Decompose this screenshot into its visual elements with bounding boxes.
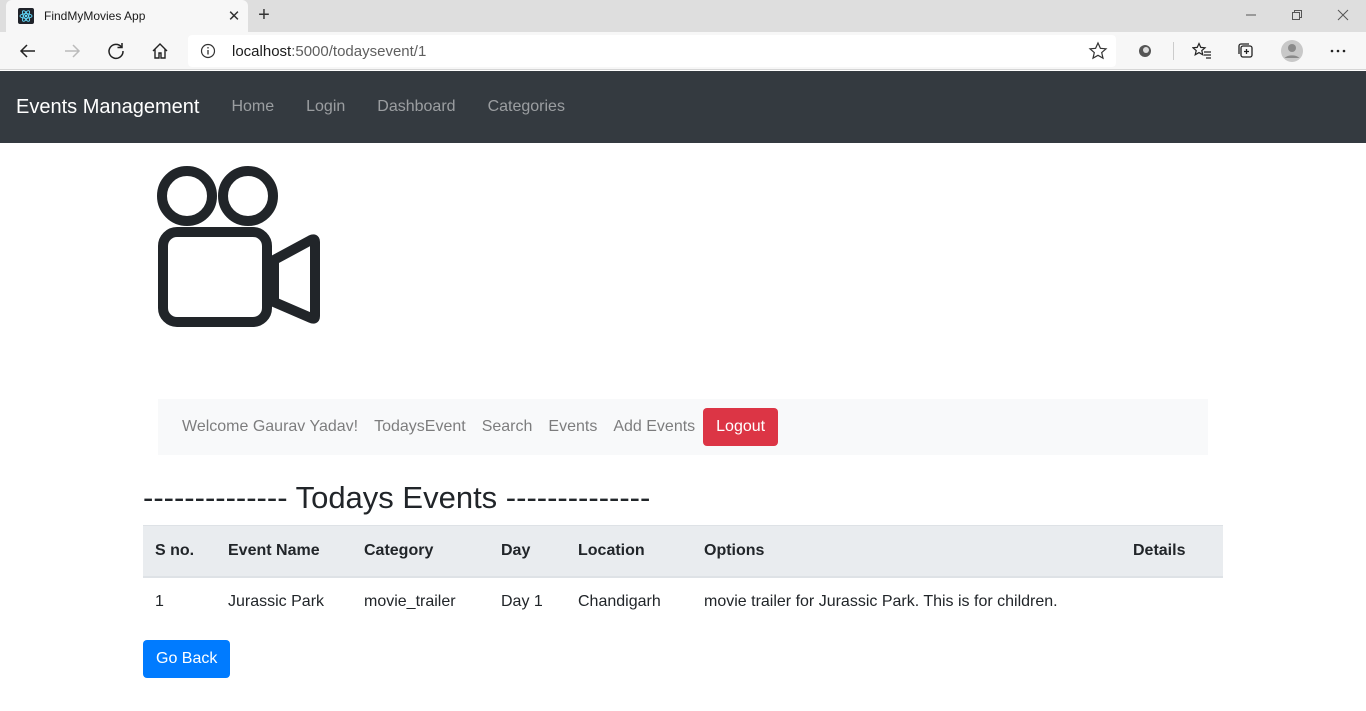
extension-icon[interactable]	[1129, 35, 1161, 67]
cell-details	[1121, 577, 1223, 627]
user-subnav: Welcome Gaurav Yadav! TodaysEvent Search…	[158, 399, 1208, 455]
cell-category: movie_trailer	[364, 593, 456, 610]
app-navbar: Events Management Home Login Dashboard C…	[0, 71, 1366, 143]
minimize-icon[interactable]	[1228, 0, 1274, 30]
column-header-options: Options	[692, 525, 1121, 578]
more-options-icon[interactable]	[1322, 35, 1354, 67]
url-host: localhost	[232, 42, 292, 60]
react-icon	[18, 8, 34, 24]
window-close-icon[interactable]	[1320, 0, 1366, 30]
column-header-sno: S no.	[143, 525, 216, 578]
cell-options: movie trailer for Jurassic Park. This is…	[704, 593, 1058, 610]
star-icon[interactable]	[1088, 41, 1108, 61]
browser-toolbar: localhost:5000/todaysevent/1	[0, 32, 1366, 70]
navbar-brand[interactable]: Events Management	[16, 96, 199, 119]
close-icon[interactable]: ✕	[220, 2, 248, 30]
toolbar-divider	[1173, 42, 1174, 60]
nav-link-login[interactable]: Login	[306, 98, 345, 116]
column-header-day: Day	[489, 525, 566, 578]
nav-link-dashboard[interactable]: Dashboard	[377, 98, 455, 116]
column-header-location: Location	[566, 525, 692, 578]
info-icon[interactable]	[200, 43, 216, 59]
address-bar[interactable]: localhost:5000/todaysevent/1	[188, 35, 1116, 67]
url-path: :5000/todaysevent/1	[291, 42, 427, 60]
restore-icon[interactable]	[1274, 0, 1320, 30]
collections-icon[interactable]	[1230, 35, 1262, 67]
refresh-icon[interactable]	[100, 35, 132, 67]
subnav-link-events[interactable]: Events	[548, 418, 597, 436]
go-back-button[interactable]: Go Back	[143, 640, 231, 678]
column-header-category: Category	[352, 525, 489, 578]
profile-avatar-icon[interactable]	[1276, 35, 1308, 67]
cell-sno: 1	[155, 593, 164, 610]
subnav-link-todaysevent[interactable]: TodaysEvent	[374, 418, 466, 436]
column-header-details: Details	[1121, 525, 1223, 578]
table-row: 1 Jurassic Park movie_trailer Day 1 Chan…	[143, 577, 1223, 627]
nav-link-categories[interactable]: Categories	[488, 98, 565, 116]
favorites-icon[interactable]	[1186, 35, 1218, 67]
logout-button[interactable]: Logout	[703, 408, 779, 446]
nav-link-home[interactable]: Home	[231, 98, 274, 116]
subnav-link-add-events[interactable]: Add Events	[613, 418, 695, 436]
back-arrow-icon[interactable]	[12, 35, 44, 67]
welcome-text: Welcome Gaurav Yadav!	[182, 418, 359, 435]
plus-icon[interactable]: +	[252, 2, 276, 28]
browser-tab[interactable]: FindMyMovies App ✕	[6, 0, 248, 32]
cell-event-name: Jurassic Park	[228, 593, 325, 610]
events-table: S no. Event Name Category Day Location O…	[143, 525, 1223, 627]
subnav-link-search[interactable]: Search	[482, 418, 533, 436]
cell-location: Chandigarh	[578, 593, 661, 610]
cell-day: Day 1	[501, 593, 543, 610]
table-header-row: S no. Event Name Category Day Location O…	[143, 525, 1223, 578]
page-title: -------------- Todays Events -----------…	[143, 480, 651, 515]
movie-camera-icon	[156, 164, 322, 330]
tab-title: FindMyMovies App	[44, 9, 146, 23]
column-header-event-name: Event Name	[216, 525, 352, 578]
forward-arrow-icon[interactable]	[56, 35, 88, 67]
home-icon[interactable]	[144, 35, 176, 67]
browser-tabstrip: FindMyMovies App ✕ +	[0, 0, 1366, 32]
